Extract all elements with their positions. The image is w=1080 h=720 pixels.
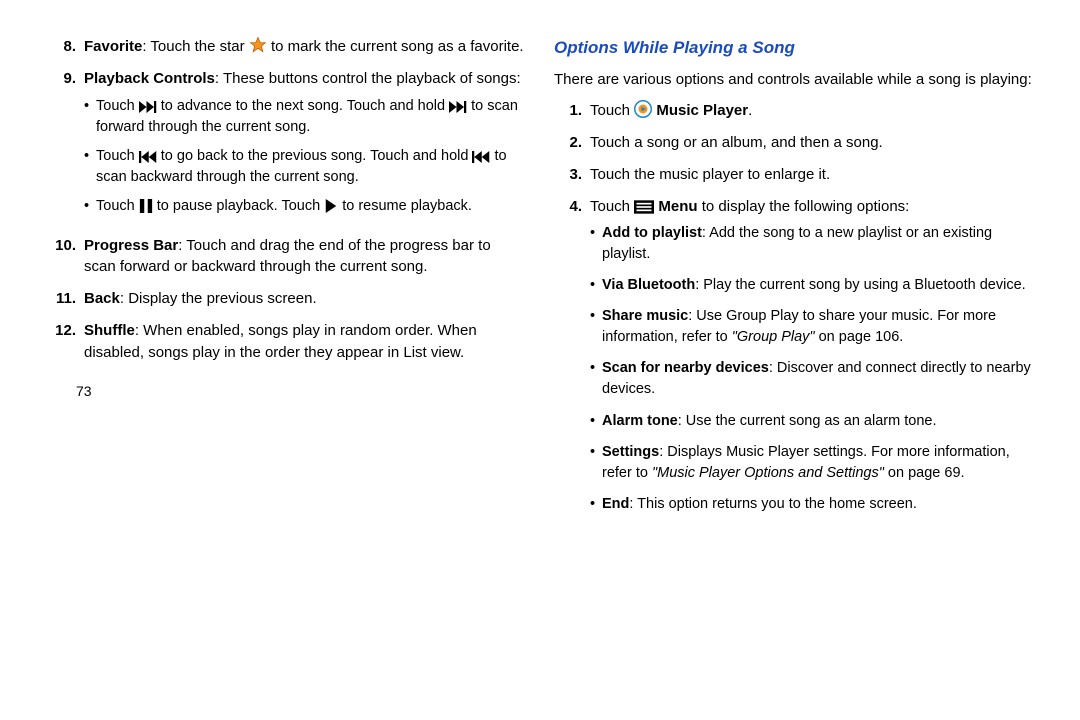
bullet-item: • Touch to advance to the next song. Tou… bbox=[84, 96, 526, 138]
manual-page: 8. Favorite: Touch the star to mark the … bbox=[0, 0, 1080, 535]
item-text: : Touch the star bbox=[142, 38, 248, 55]
next-icon bbox=[449, 101, 467, 113]
item-body: Back: Display the previous screen. bbox=[84, 288, 526, 310]
item-text: Touch bbox=[590, 198, 634, 215]
item-body: Touch the music player to enlarge it. bbox=[590, 164, 1032, 186]
star-icon bbox=[249, 36, 267, 54]
list-item: 8. Favorite: Touch the star to mark the … bbox=[48, 36, 526, 58]
item-number: 2. bbox=[554, 132, 590, 154]
list-item: 10. Progress Bar: Touch and drag the end… bbox=[48, 235, 526, 279]
item-text: : Display the previous screen. bbox=[120, 290, 317, 307]
bullet-text: Touch to advance to the next song. Touch… bbox=[96, 96, 526, 138]
item-body: Touch Menu to display the following opti… bbox=[590, 196, 1032, 525]
sub-bullets: • Touch to advance to the next song. Tou… bbox=[84, 96, 526, 217]
item-title: Progress Bar bbox=[84, 237, 178, 254]
item-number: 11. bbox=[48, 288, 84, 310]
bullet-dot: • bbox=[84, 146, 96, 188]
music-player-icon bbox=[634, 100, 652, 118]
item-title: Shuffle bbox=[84, 322, 135, 339]
item-number: 4. bbox=[554, 196, 590, 525]
menu-icon bbox=[634, 200, 654, 214]
list-item: 12. Shuffle: When enabled, songs play in… bbox=[48, 320, 526, 364]
bullet-item: •Share music: Use Group Play to share yo… bbox=[590, 306, 1032, 348]
bullet-item: •Alarm tone: Use the current song as an … bbox=[590, 411, 1032, 432]
bullet-item: •Via Bluetooth: Play the current song by… bbox=[590, 275, 1032, 296]
item-body: Touch Music Player. bbox=[590, 100, 1032, 122]
list-item: 2. Touch a song or an album, and then a … bbox=[554, 132, 1032, 154]
item-text: to display the following options: bbox=[698, 198, 910, 215]
next-icon bbox=[139, 101, 157, 113]
previous-icon bbox=[472, 151, 490, 163]
section-intro: There are various options and controls a… bbox=[554, 69, 1032, 91]
bullet-text: Touch to go back to the previous song. T… bbox=[96, 146, 526, 188]
item-number: 9. bbox=[48, 68, 84, 225]
bullet-item: • Touch to pause playback. Touch to resu… bbox=[84, 196, 526, 217]
list-item: 3. Touch the music player to enlarge it. bbox=[554, 164, 1032, 186]
item-body: Progress Bar: Touch and drag the end of … bbox=[84, 235, 526, 279]
item-text: to mark the current song as a favorite. bbox=[271, 38, 524, 55]
bullet-dot: • bbox=[84, 96, 96, 138]
item-text: Touch bbox=[590, 102, 634, 119]
item-number: 10. bbox=[48, 235, 84, 279]
item-title: Favorite bbox=[84, 38, 142, 55]
list-item: 1. Touch Music Player. bbox=[554, 100, 1032, 122]
item-bold: Menu bbox=[658, 198, 697, 215]
list-item: 9. Playback Controls: These buttons cont… bbox=[48, 68, 526, 225]
section-heading: Options While Playing a Song bbox=[554, 36, 1032, 61]
bullet-item: •Settings: Displays Music Player setting… bbox=[590, 442, 1032, 484]
page-number: 73 bbox=[76, 381, 526, 401]
item-text: : When enabled, songs play in random ord… bbox=[84, 322, 477, 361]
bullet-item: •Scan for nearby devices: Discover and c… bbox=[590, 358, 1032, 400]
item-text: : These buttons control the playback of … bbox=[215, 70, 521, 87]
bullet-text: Touch to pause playback. Touch to resume… bbox=[96, 196, 526, 217]
pause-icon bbox=[139, 199, 153, 213]
item-number: 8. bbox=[48, 36, 84, 58]
options-list: •Add to playlist: Add the song to a new … bbox=[590, 223, 1032, 514]
item-bold: Music Player bbox=[656, 102, 748, 119]
item-body: Favorite: Touch the star to mark the cur… bbox=[84, 36, 526, 58]
bullet-dot: • bbox=[84, 196, 96, 217]
left-column: 8. Favorite: Touch the star to mark the … bbox=[48, 36, 526, 535]
list-item: 11. Back: Display the previous screen. bbox=[48, 288, 526, 310]
list-item: 4. Touch Menu to display the following o… bbox=[554, 196, 1032, 525]
item-body: Shuffle: When enabled, songs play in ran… bbox=[84, 320, 526, 364]
item-title: Playback Controls bbox=[84, 70, 215, 87]
right-column: Options While Playing a Song There are v… bbox=[554, 36, 1032, 535]
item-text: . bbox=[748, 102, 752, 119]
bullet-item: •Add to playlist: Add the song to a new … bbox=[590, 223, 1032, 265]
item-number: 3. bbox=[554, 164, 590, 186]
bullet-item: •End: This option returns you to the hom… bbox=[590, 494, 1032, 515]
item-body: Playback Controls: These buttons control… bbox=[84, 68, 526, 225]
previous-icon bbox=[139, 151, 157, 163]
bullet-item: • Touch to go back to the previous song.… bbox=[84, 146, 526, 188]
item-number: 12. bbox=[48, 320, 84, 364]
item-number: 1. bbox=[554, 100, 590, 122]
item-body: Touch a song or an album, and then a son… bbox=[590, 132, 1032, 154]
item-title: Back bbox=[84, 290, 120, 307]
play-icon bbox=[324, 199, 338, 213]
